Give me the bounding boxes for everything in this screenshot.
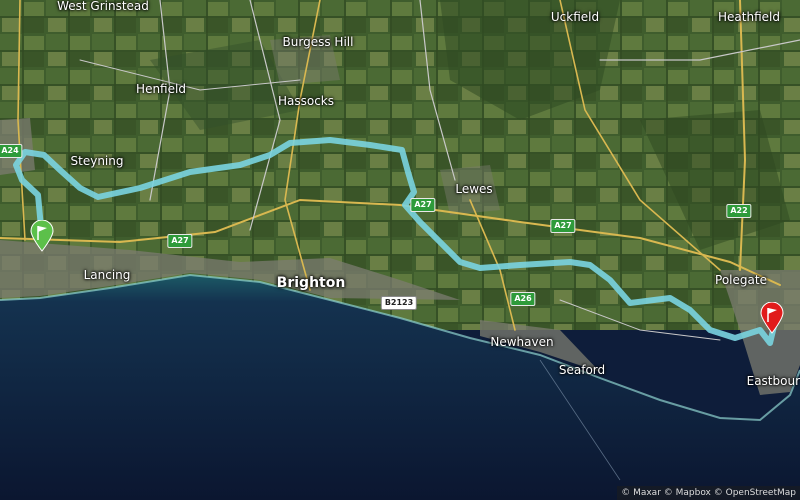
place-label-lewes: Lewes [455,182,493,196]
place-label-burgess-hill: Burgess Hill [282,35,354,49]
road-shield-a27-east: A27 [550,219,576,233]
place-label-brighton: Brighton [276,275,346,291]
place-label-lancing: Lancing [83,268,131,282]
road-shield-a22: A22 [726,204,752,218]
place-label-henfield: Henfield [136,82,186,96]
place-label-seaford: Seaford [558,363,606,377]
map-canvas [0,0,800,500]
road-shield-a27-lewes: A27 [410,198,436,212]
place-label-newhaven: Newhaven [490,335,554,349]
map-attribution[interactable]: © Maxar © Mapbox © OpenStreetMap [617,486,800,500]
place-label-steyning: Steyning [70,154,124,168]
place-label-uckfield: Uckfield [550,10,600,24]
end-flag-icon[interactable] [760,302,784,334]
road-shield-b2123: B2123 [380,296,418,310]
place-label-polegate: Polegate [715,273,767,287]
start-flag-icon[interactable] [30,220,54,252]
road-shield-a26: A26 [510,292,536,306]
place-label-eastbourne: Eastbour [746,374,800,388]
satellite-map[interactable]: West Grinstead Uckfield Heathfield Burge… [0,0,800,500]
place-label-west-grinstead: West Grinstead [57,0,149,13]
place-label-heathfield: Heathfield [718,10,780,24]
place-label-hassocks: Hassocks [277,94,335,108]
road-shield-a27-west: A27 [167,234,193,248]
road-shield-a24: A24 [0,144,23,158]
